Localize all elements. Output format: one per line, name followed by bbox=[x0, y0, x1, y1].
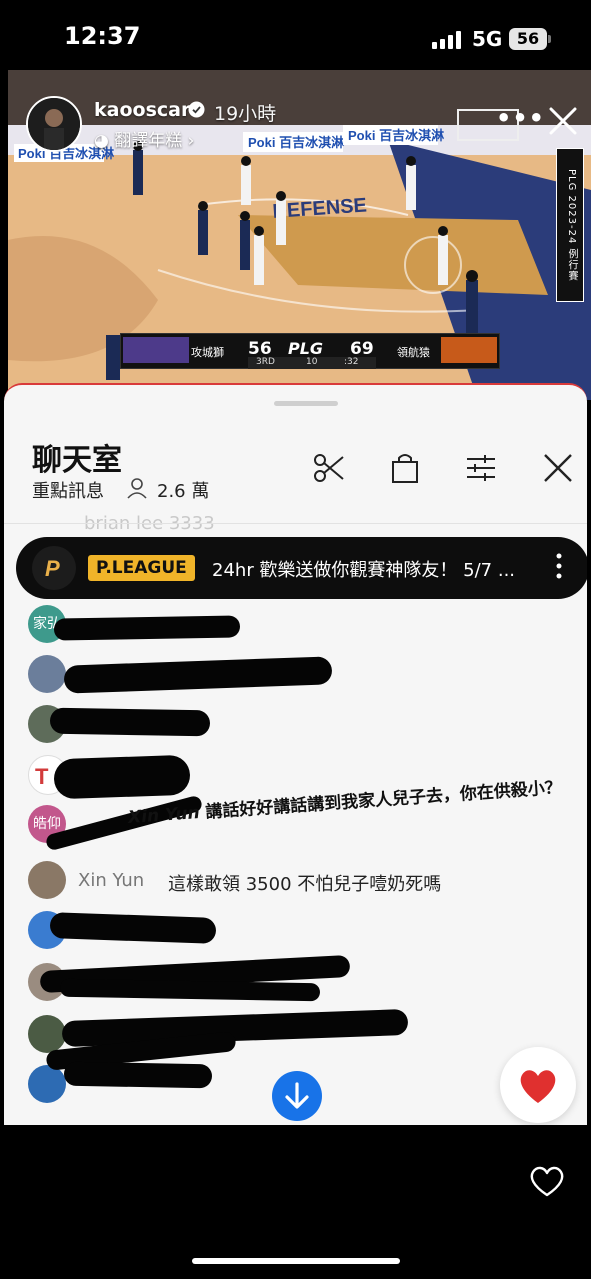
like-button[interactable] bbox=[500, 1047, 576, 1123]
viewer-count: 2.6 萬 bbox=[157, 481, 210, 502]
pleague-badge: P.LEAGUE bbox=[88, 555, 195, 581]
game-clock: :32 bbox=[344, 357, 359, 367]
sheet-grab-handle[interactable] bbox=[274, 401, 338, 406]
scroll-down-button[interactable] bbox=[272, 1071, 322, 1121]
team1-logo bbox=[123, 337, 189, 363]
verified-badge-icon bbox=[188, 101, 205, 118]
team1-score: 56 bbox=[248, 339, 272, 359]
user-avatar[interactable] bbox=[28, 1015, 66, 1053]
user-avatar[interactable] bbox=[28, 861, 66, 899]
quarter: 3RD bbox=[256, 357, 275, 367]
username: Xin Yun bbox=[78, 870, 145, 891]
team2-score: 69 bbox=[350, 339, 374, 359]
translate-label: 翻譯年糕 bbox=[114, 131, 183, 151]
avatar-photo bbox=[28, 98, 80, 150]
settings-sliders-icon[interactable] bbox=[464, 451, 498, 485]
status-bar: 12:37 5G 56 bbox=[0, 0, 591, 70]
story-username[interactable]: kaooscar bbox=[94, 99, 190, 121]
redaction-mark bbox=[53, 754, 191, 800]
audio-icon: ◕ bbox=[94, 131, 109, 151]
network-label: 5G bbox=[472, 27, 503, 51]
svg-text:Poki 百吉冰淇淋: Poki 百吉冰淇淋 bbox=[248, 135, 344, 150]
vertical-banner: PLG 2023-24 例行賽 bbox=[556, 148, 584, 302]
svg-text:T: T bbox=[35, 764, 49, 789]
highlight-messages-label[interactable]: 重點訊息 bbox=[32, 477, 104, 503]
heart-outline-icon[interactable] bbox=[528, 1164, 566, 1198]
league-logo: PLG bbox=[288, 339, 324, 358]
user-avatar[interactable] bbox=[28, 1065, 66, 1103]
red-heart-icon bbox=[520, 1070, 556, 1103]
close-chat-icon[interactable] bbox=[541, 451, 575, 485]
redaction-mark bbox=[63, 1061, 213, 1089]
timeouts: 10 bbox=[306, 357, 318, 367]
close-icon[interactable] bbox=[548, 106, 578, 136]
redaction-mark bbox=[49, 707, 211, 737]
chat-message: Xin Yun 這樣敢領 3500 不怕兒子噎奶死嗎 bbox=[28, 861, 568, 901]
story-more-button[interactable]: ••• bbox=[496, 104, 545, 132]
svg-text:Poki 百吉冰淇淋: Poki 百吉冰淇淋 bbox=[348, 128, 444, 143]
team1-name: 攻城獅 bbox=[191, 346, 224, 359]
chat-room-title: 聊天室 bbox=[32, 443, 122, 478]
battery-icon: 56 bbox=[509, 28, 547, 50]
redaction-mark bbox=[53, 615, 241, 641]
translate-audio-link[interactable]: ◕ 翻譯年糕 › bbox=[94, 126, 194, 151]
battery-tip bbox=[548, 35, 551, 43]
story-avatar[interactable] bbox=[26, 96, 82, 152]
home-indicator[interactable] bbox=[192, 1258, 400, 1264]
svg-text:P: P bbox=[45, 556, 60, 581]
status-time: 12:37 bbox=[64, 22, 141, 50]
person-icon bbox=[127, 478, 147, 499]
pleague-logo: P bbox=[32, 546, 76, 590]
scissors-icon[interactable] bbox=[312, 451, 346, 485]
chat-room-sheet: 聊天室 重點訊息 2.6 萬 brian lee 3333 P P.LEAGUE… bbox=[4, 383, 587, 1125]
story-time-ago: 19小時 bbox=[214, 103, 277, 125]
arrow-down-icon bbox=[285, 1082, 309, 1109]
team2-name: 領航猿 bbox=[397, 346, 430, 359]
team2-logo bbox=[441, 337, 497, 363]
scoreboard-sub: 3RD 10 :32 bbox=[248, 357, 376, 369]
pinned-text: 24hr 歡樂送做你觀賽神隊友！ 5/7 ... bbox=[212, 560, 516, 581]
pinned-announcement[interactable]: P P.LEAGUE 24hr 歡樂送做你觀賽神隊友！ 5/7 ... bbox=[16, 537, 587, 599]
more-vertical-icon[interactable] bbox=[554, 551, 564, 581]
shopping-bag-icon[interactable] bbox=[388, 451, 422, 485]
user-avatar[interactable] bbox=[28, 655, 66, 693]
header-divider bbox=[4, 523, 587, 524]
story-video[interactable]: DEFENSE Poki 百吉冰淇淋 Poki 百吉冰淇淋 Poki 百吉冰淇淋 bbox=[8, 70, 591, 400]
message-text: 這樣敢領 3500 不怕兒子噎奶死嗎 bbox=[168, 874, 442, 895]
signal-icon bbox=[432, 31, 461, 49]
chevron-right-icon: › bbox=[187, 131, 195, 151]
